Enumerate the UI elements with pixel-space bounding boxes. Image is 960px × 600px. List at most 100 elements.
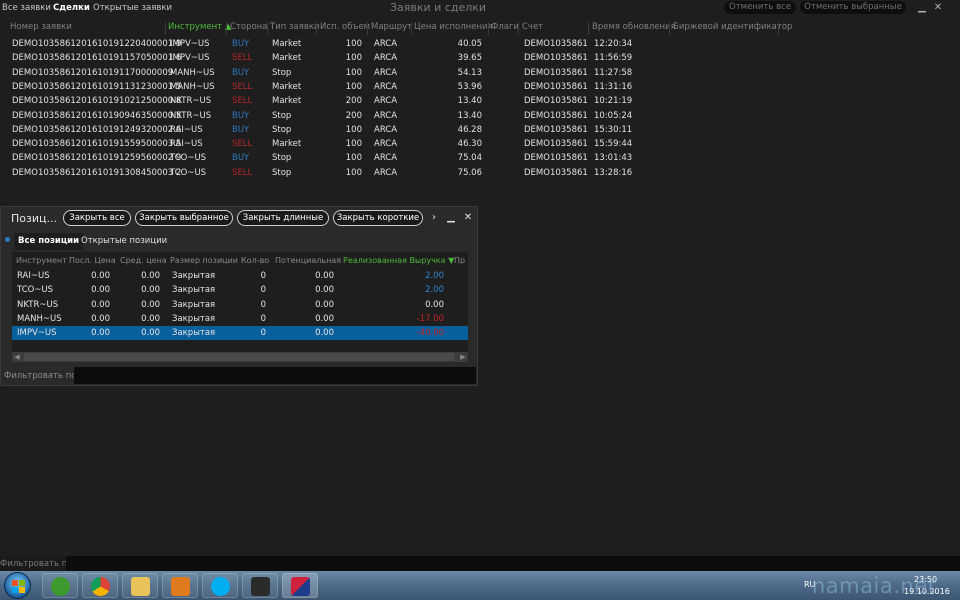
table-row[interactable]: DEMO1035861201610191021250000 8 NKTR~US SE… (0, 94, 800, 108)
column-separator[interactable] (588, 22, 589, 35)
column-separator[interactable] (267, 22, 268, 35)
taskbar-chrome[interactable] (82, 573, 118, 598)
table-row[interactable]: DEMO1035861201610191259560002 9 TCO~US BUY… (0, 151, 800, 165)
table-row[interactable]: DEMO1035861201610191157050001 6 IMPV~US SE… (0, 51, 800, 65)
cell-position-size: Закрытая (172, 285, 216, 296)
table-row[interactable]: NKTR~US 0.00 0.00 Закрытая 0 0.00 0.00 (12, 298, 468, 312)
tab-all-orders[interactable]: Все заявки (2, 3, 51, 13)
taskbar-video-editor[interactable] (242, 573, 278, 598)
table-row[interactable]: DEMO1035861201610190946350000 5 NKTR~US BU… (0, 109, 800, 123)
table-row[interactable]: DEMO1035861201610191170000009 MANH~US BUY S… (0, 66, 800, 80)
minimize-icon[interactable]: ▁ (917, 2, 927, 13)
cell-realized-revenue: -17.00 (416, 313, 444, 324)
scroll-right-icon[interactable]: ▶ (458, 352, 468, 362)
table-row[interactable]: DEMO1035861201610191308450003 2 TCO~US SEL… (0, 166, 800, 180)
col-instrument[interactable]: Инструмент ▲ (168, 22, 231, 32)
pcol-position-size[interactable]: Размер позиции (170, 256, 238, 265)
col-exchange-id[interactable]: Биржевой идентификатор (673, 22, 792, 32)
table-row[interactable]: DEMO1035861201610191559500003 5 RAI~US SEL… (0, 137, 800, 151)
col-exec-price[interactable]: Цена исполнения (414, 22, 493, 32)
minimize-icon[interactable]: ▁ (446, 212, 456, 223)
table-row[interactable]: RAI~US 0.00 0.00 Закрытая 0 0.00 2.00 (12, 269, 468, 283)
window-title: Заявки и сделки (390, 1, 487, 14)
tab-trades[interactable]: Сделки (53, 3, 90, 13)
pcol-extra[interactable]: Пр (454, 256, 465, 265)
trading-app-icon (291, 577, 310, 596)
positions-hscrollbar[interactable]: ◀ ▶ (12, 352, 468, 362)
column-separator[interactable] (411, 22, 412, 35)
taskbar-skype[interactable] (202, 573, 238, 598)
table-row[interactable]: TCO~US 0.00 0.00 Закрытая 0 0.00 2.00 (12, 283, 468, 297)
close-icon[interactable]: ✕ (463, 212, 473, 223)
cell-route: ARCA (374, 96, 398, 107)
pcol-last-price[interactable]: Посл. Цена (69, 256, 116, 265)
table-row[interactable]: IMPV~US 0.00 0.00 Закрытая 0 0.00 -40.00 (12, 326, 468, 341)
tab-open-positions[interactable]: Открытые позиции (77, 233, 171, 250)
table-row[interactable]: DEMO1035861201610191249320002 6 RAI~US BUY… (0, 123, 800, 137)
cancel-all-button[interactable]: Отменить все (724, 1, 796, 14)
close-all-button[interactable]: Закрыть все (63, 210, 131, 226)
column-separator[interactable] (316, 22, 317, 35)
tab-all-positions[interactable]: Все позиции (14, 233, 84, 250)
cell-order-number: DEMO1035861201610191157050001 6 (12, 53, 182, 64)
cell-account: DEMO1035861 (524, 96, 588, 107)
column-separator[interactable] (165, 22, 166, 35)
cell-last-price: 0.00 (91, 313, 110, 324)
col-order-number[interactable]: Номер заявки (10, 22, 72, 32)
close-selected-button[interactable]: Закрыть выбранное (135, 210, 233, 226)
orders-filter-input[interactable] (66, 556, 960, 571)
col-route[interactable]: Маршрут (371, 22, 412, 32)
tab-open-orders[interactable]: Открытые заявки (93, 3, 172, 13)
taskbar-trading-app[interactable] (282, 573, 318, 598)
cell-update-time: 13:01:43 (594, 153, 633, 164)
scrollbar-thumb[interactable] (24, 353, 454, 361)
table-row[interactable]: DEMO1035861201610191220400001 9 IMPV~US BU… (0, 37, 800, 51)
col-update-time[interactable]: Время обновления (592, 22, 676, 32)
pcol-instrument[interactable]: Инструмент (16, 256, 67, 265)
column-separator[interactable] (778, 22, 779, 35)
cell-update-time: 15:30:11 (594, 124, 633, 135)
positions-title[interactable]: Позиц... (11, 212, 57, 225)
cell-side: BUY (232, 153, 250, 164)
col-exec-volume[interactable]: Исп. объем (320, 22, 370, 32)
column-separator[interactable] (367, 22, 368, 35)
column-separator[interactable] (518, 22, 519, 35)
col-account[interactable]: Счет (522, 22, 543, 32)
col-flags[interactable]: Флаги (491, 22, 519, 32)
cancel-selected-button[interactable]: Отменить выбранные (800, 1, 906, 14)
cell-route: ARCA (374, 81, 398, 92)
cell-exec-volume: 100 (345, 67, 362, 78)
start-button[interactable] (4, 572, 31, 599)
close-long-button[interactable]: Закрыть длинные (237, 210, 329, 226)
video-editor-icon (251, 577, 270, 596)
scroll-left-icon[interactable]: ◀ (12, 352, 22, 362)
pcol-qty[interactable]: Кол-во (241, 256, 269, 265)
cell-exec-price: 46.28 (457, 124, 482, 135)
cell-exec-price: 39.65 (457, 53, 482, 64)
cell-account: DEMO1035861 (524, 167, 588, 178)
cell-update-time: 15:59:44 (594, 139, 633, 150)
positions-tabs: Все позиции Открытые позиции (1, 233, 477, 250)
close-short-button[interactable]: Закрыть короткие (333, 210, 423, 226)
table-row[interactable]: MANH~US 0.00 0.00 Закрытая 0 0.00 -17.00 (12, 312, 468, 326)
column-separator[interactable] (226, 22, 227, 35)
cell-avg-price: 0.00 (141, 285, 160, 296)
column-separator[interactable] (669, 22, 670, 35)
col-side[interactable]: Сторона (230, 22, 267, 32)
pcol-avg-price[interactable]: Сред. цена (120, 256, 167, 265)
taskbar-utorrent[interactable] (42, 573, 78, 598)
taskbar-media-player[interactable] (162, 573, 198, 598)
pcol-potential[interactable]: Потенциальная (275, 256, 341, 265)
cell-update-time: 10:05:24 (594, 110, 633, 121)
table-row[interactable]: DEMO1035861201610191131230001 5 MANH~US SE… (0, 80, 800, 94)
cell-avg-price: 0.00 (141, 271, 160, 281)
col-order-type[interactable]: Тип заявки (270, 22, 320, 32)
cell-side: SELL (232, 96, 253, 107)
pcol-realized-revenue[interactable]: Реализованная Выручка ▼ (343, 256, 454, 265)
taskbar-explorer[interactable] (122, 573, 158, 598)
close-icon[interactable]: ✕ (933, 2, 943, 13)
chevron-right-icon[interactable]: › (429, 212, 439, 223)
positions-filter-input[interactable] (74, 367, 476, 384)
column-separator[interactable] (488, 22, 489, 35)
chrome-icon (91, 577, 110, 596)
